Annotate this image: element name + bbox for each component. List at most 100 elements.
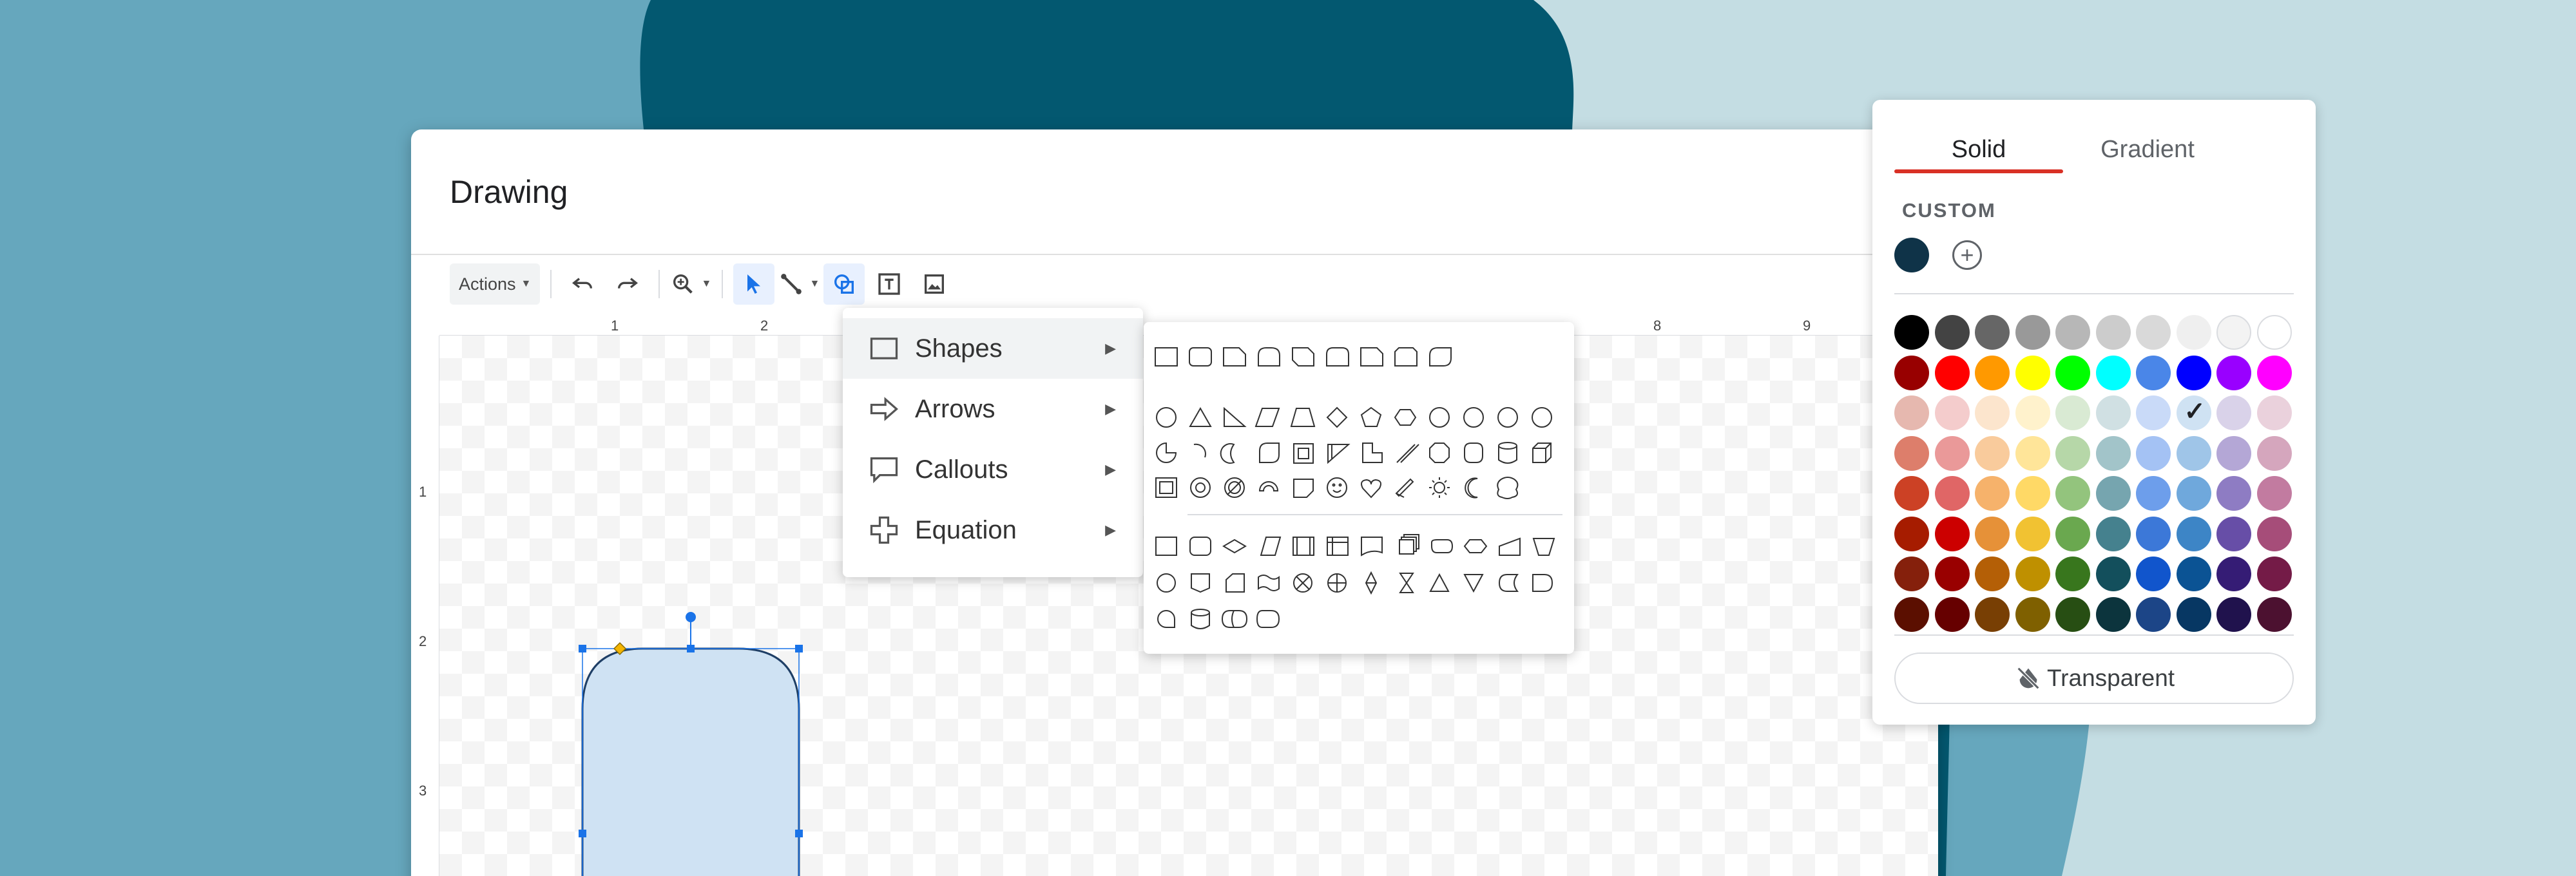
palette-swatch[interactable]: [1934, 596, 1970, 632]
palette-swatch[interactable]: [2095, 395, 2131, 430]
palette-swatch[interactable]: [2095, 557, 2131, 591]
menu-item-callouts[interactable]: Callouts ▶: [843, 439, 1143, 500]
palette-swatch[interactable]: [2256, 476, 2292, 511]
palette-swatch[interactable]: [1975, 395, 2010, 430]
palette-swatch[interactable]: [1934, 557, 1970, 591]
palette-swatch[interactable]: [2095, 355, 2131, 390]
palette-swatch[interactable]: [1975, 355, 2010, 390]
palette-swatch[interactable]: [2216, 315, 2251, 350]
palette-swatch[interactable]: [2055, 435, 2090, 471]
palette-swatch[interactable]: [2095, 315, 2131, 350]
custom-color-swatch[interactable]: [1894, 238, 1929, 272]
palette-swatch[interactable]: [2176, 516, 2211, 551]
palette-swatch[interactable]: [2136, 315, 2171, 350]
palette-swatch[interactable]: [1975, 315, 2010, 350]
palette-swatch[interactable]: [1934, 476, 1970, 511]
palette-swatch[interactable]: [2015, 355, 2050, 390]
palette-swatch[interactable]: [2256, 395, 2292, 430]
menu-item-shapes[interactable]: Shapes ▶: [843, 318, 1143, 379]
palette-swatch[interactable]: [1975, 557, 2010, 591]
palette-swatch[interactable]: [2216, 355, 2251, 390]
undo-button[interactable]: [562, 263, 603, 305]
add-custom-color-button[interactable]: +: [1952, 240, 1982, 270]
palette-swatch[interactable]: [1934, 435, 1970, 471]
palette-swatch[interactable]: [2055, 476, 2090, 511]
palette-swatch[interactable]: [2055, 395, 2090, 430]
palette-swatch[interactable]: [2095, 435, 2131, 471]
palette-swatch[interactable]: [1934, 315, 1970, 350]
palette-swatch[interactable]: [2015, 596, 2050, 632]
palette-swatch[interactable]: [1894, 516, 1929, 551]
palette-swatch[interactable]: [2095, 516, 2131, 551]
palette-swatch[interactable]: [2256, 435, 2292, 471]
zoom-button[interactable]: ▼: [670, 263, 711, 305]
tab-gradient[interactable]: Gradient: [2063, 126, 2232, 173]
palette-swatch[interactable]: [2176, 596, 2211, 632]
palette-swatch[interactable]: [1894, 355, 1929, 390]
palette-swatch[interactable]: [2256, 315, 2292, 350]
selected-check-icon: ✓: [2184, 397, 2206, 426]
palette-swatch[interactable]: [2216, 395, 2251, 430]
palette-swatch[interactable]: [2136, 596, 2171, 632]
palette-swatch[interactable]: [1975, 435, 2010, 471]
palette-swatch[interactable]: [1894, 435, 1929, 471]
palette-swatch[interactable]: [2216, 435, 2251, 471]
actions-button[interactable]: Actions ▼: [450, 263, 541, 305]
palette-swatch[interactable]: [2256, 596, 2292, 632]
palette-swatch[interactable]: [2176, 476, 2211, 511]
palette-swatch[interactable]: [1894, 315, 1929, 350]
palette-swatch[interactable]: [2136, 476, 2171, 511]
palette-swatch[interactable]: [1934, 355, 1970, 390]
palette-swatch[interactable]: [2136, 516, 2171, 551]
menu-item-arrows[interactable]: Arrows ▶: [843, 379, 1143, 439]
tab-solid[interactable]: Solid: [1894, 126, 2063, 173]
palette-swatch[interactable]: [2015, 516, 2050, 551]
palette-swatch[interactable]: [1894, 596, 1929, 632]
transparent-button[interactable]: Transparent: [1894, 652, 2294, 704]
shape-category-menu: Shapes ▶ Arrows ▶ Callouts ▶ Equation ▶: [843, 308, 1143, 577]
palette-swatch[interactable]: [2055, 596, 2090, 632]
palette-swatch[interactable]: [1934, 395, 1970, 430]
palette-swatch[interactable]: [2216, 516, 2251, 551]
image-button[interactable]: [914, 263, 955, 305]
divider: [1894, 293, 2294, 294]
palette-swatch[interactable]: [1975, 476, 2010, 511]
palette-swatch[interactable]: [2136, 557, 2171, 591]
palette-swatch[interactable]: [2095, 596, 2131, 632]
palette-swatch[interactable]: [2055, 516, 2090, 551]
palette-swatch[interactable]: [2015, 476, 2050, 511]
palette-swatch[interactable]: [2136, 435, 2171, 471]
palette-swatch[interactable]: [2095, 476, 2131, 511]
select-button[interactable]: [733, 263, 775, 305]
palette-swatch[interactable]: [2176, 315, 2211, 350]
palette-swatch[interactable]: [2055, 355, 2090, 390]
palette-swatch[interactable]: [1934, 516, 1970, 551]
palette-swatch[interactable]: [2256, 557, 2292, 591]
palette-swatch[interactable]: [2176, 435, 2211, 471]
text-box-button[interactable]: [869, 263, 910, 305]
palette-swatch[interactable]: [2015, 315, 2050, 350]
redo-button[interactable]: [607, 263, 648, 305]
palette-swatch[interactable]: [2256, 355, 2292, 390]
palette-swatch[interactable]: [1894, 557, 1929, 591]
palette-swatch[interactable]: [2055, 557, 2090, 591]
palette-swatch[interactable]: [2176, 557, 2211, 591]
palette-swatch[interactable]: [1894, 395, 1929, 430]
palette-swatch[interactable]: [2015, 395, 2050, 430]
palette-swatch[interactable]: [2015, 557, 2050, 591]
palette-swatch[interactable]: [2055, 315, 2090, 350]
menu-item-equation[interactable]: Equation ▶: [843, 500, 1143, 560]
shape-button[interactable]: [823, 263, 865, 305]
palette-swatch[interactable]: [2216, 596, 2251, 632]
palette-swatch[interactable]: [2015, 435, 2050, 471]
palette-swatch[interactable]: [2216, 557, 2251, 591]
palette-swatch[interactable]: [1975, 516, 2010, 551]
line-button[interactable]: ▼: [778, 263, 820, 305]
palette-swatch[interactable]: [2216, 476, 2251, 511]
palette-swatch[interactable]: [1975, 596, 2010, 632]
palette-swatch[interactable]: [2136, 355, 2171, 390]
palette-swatch[interactable]: [2256, 516, 2292, 551]
palette-swatch[interactable]: [1894, 476, 1929, 511]
palette-swatch[interactable]: [2176, 355, 2211, 390]
palette-swatch[interactable]: [2136, 395, 2171, 430]
